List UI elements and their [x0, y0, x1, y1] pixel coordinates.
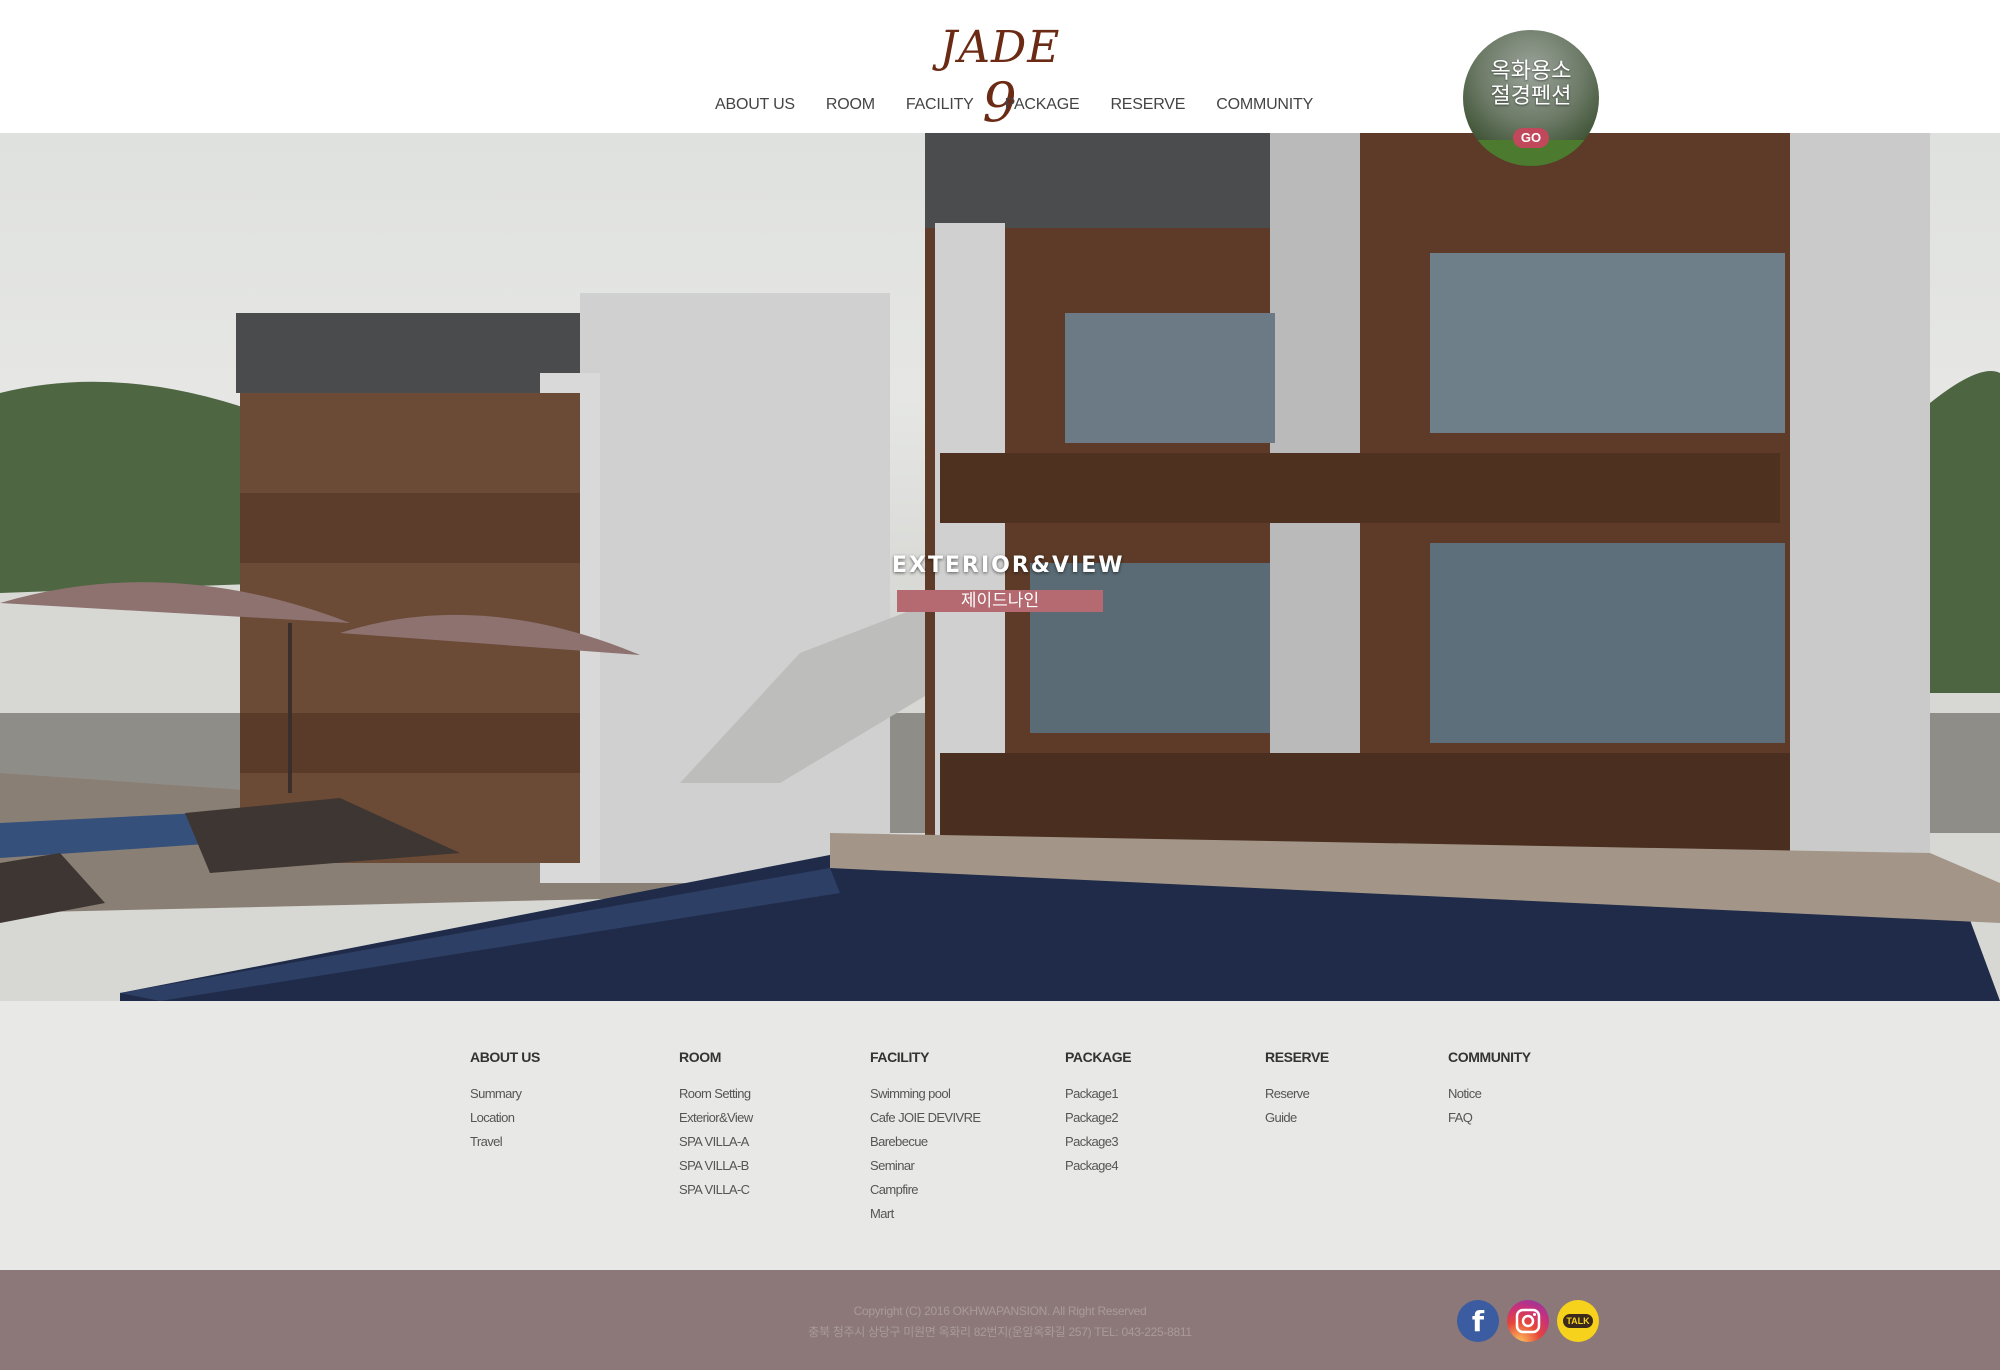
address-text: 충북 청주시 상당구 미원면 옥화리 82번지(운암옥화길 257) TEL: … [808, 1325, 1192, 1339]
footer-col-reserve: RESERVE Reserve Guide [1265, 1049, 1329, 1130]
footer-link-package2[interactable]: Package2 [1065, 1106, 1131, 1130]
copyright-text: Copyright (C) 2016 OKHWAPANSION. All Rig… [853, 1304, 1147, 1318]
badge-go-button[interactable]: GO [1513, 128, 1549, 148]
footer-link-cafe[interactable]: Cafe JOIE DEVIVRE [870, 1106, 981, 1130]
logo-text: JADE [939, 22, 1061, 73]
promo-badge[interactable]: 옥화용소 절경펜션 GO [1463, 30, 1599, 166]
nav-community[interactable]: COMMUNITY [1216, 96, 1313, 118]
footer-col-title: RESERVE [1265, 1049, 1329, 1065]
footer-link-notice[interactable]: Notice [1448, 1082, 1531, 1106]
footer-col-title: FACILITY [870, 1049, 930, 1065]
instagram-glyph [1515, 1308, 1541, 1334]
footer-link-room-setting[interactable]: Room Setting [679, 1082, 753, 1106]
site-header: JADE 9 ABOUT US ROOM FACILITY PACKAGE RE… [0, 0, 2000, 133]
footer-col-room: ROOM Room Setting Exterior&View SPA VILL… [679, 1049, 753, 1202]
footer-link-summary[interactable]: Summary [470, 1082, 540, 1106]
nav-facility[interactable]: FACILITY [906, 96, 974, 118]
nav-package[interactable]: PACKAGE [1005, 96, 1080, 118]
footer-link-spa-villa-a[interactable]: SPA VILLA-A [679, 1130, 753, 1154]
footer-link-package3[interactable]: Package3 [1065, 1130, 1131, 1154]
footer-link-seminar[interactable]: Seminar [870, 1154, 980, 1178]
kakaotalk-label: TALK [1563, 1314, 1593, 1328]
footer-bottom-bar: Copyright (C) 2016 OKHWAPANSION. All Rig… [0, 1270, 2000, 1370]
nav-room[interactable]: ROOM [826, 96, 875, 118]
badge-line1: 옥화용소 [1490, 59, 1572, 84]
footer-col-title: ABOUT US [470, 1049, 540, 1065]
footer-col-facility: FACILITY Swimming pool Cafe JOIE DEVIVRE… [870, 1049, 981, 1226]
instagram-icon[interactable] [1507, 1300, 1549, 1342]
footer-link-barbecue[interactable]: Barebecue [870, 1130, 980, 1154]
facebook-glyph: f [1471, 1304, 1485, 1338]
footer-link-faq[interactable]: FAQ [1448, 1106, 1531, 1130]
footer-link-guide[interactable]: Guide [1265, 1106, 1329, 1130]
facebook-icon[interactable]: f [1457, 1300, 1499, 1342]
footer-link-campfire[interactable]: Campfire [870, 1178, 980, 1202]
badge-line2: 절경펜션 [1490, 84, 1572, 109]
site-logo[interactable]: JADE 9 [930, 20, 1070, 130]
kakaotalk-icon[interactable]: TALK [1557, 1300, 1599, 1342]
footer-sitemap: ABOUT US Summary Location Travel ROOM Ro… [0, 1001, 2000, 1270]
hero-banner: EXTERIOR&VIEW 제이드나인 [0, 133, 2000, 1001]
footer-link-package1[interactable]: Package1 [1065, 1082, 1131, 1106]
footer-col-about-us: ABOUT US Summary Location Travel [470, 1049, 540, 1154]
footer-col-title: COMMUNITY [1448, 1049, 1531, 1065]
nav-reserve[interactable]: RESERVE [1110, 96, 1185, 118]
footer-col-community: COMMUNITY Notice FAQ [1448, 1049, 1531, 1130]
main-nav: ABOUT US ROOM FACILITY PACKAGE RESERVE C… [715, 96, 1344, 118]
hero-title: EXTERIOR&VIEW [892, 553, 1125, 578]
footer-link-travel[interactable]: Travel [470, 1130, 540, 1154]
hero-subtitle: 제이드나인 [897, 590, 1103, 612]
footer-link-reserve[interactable]: Reserve [1265, 1082, 1329, 1106]
footer-link-swimming-pool[interactable]: Swimming pool [870, 1082, 980, 1106]
footer-col-title: ROOM [679, 1049, 721, 1065]
footer-link-spa-villa-c[interactable]: SPA VILLA-C [679, 1178, 753, 1202]
footer-link-exterior-view[interactable]: Exterior&View [679, 1106, 753, 1130]
footer-col-package: PACKAGE Package1 Package2 Package3 Packa… [1065, 1049, 1132, 1178]
footer-link-spa-villa-b[interactable]: SPA VILLA-B [679, 1154, 753, 1178]
footer-link-mart[interactable]: Mart [870, 1202, 980, 1226]
footer-link-location[interactable]: Location [470, 1106, 540, 1130]
footer-col-title: PACKAGE [1065, 1049, 1132, 1065]
footer-link-package4[interactable]: Package4 [1065, 1154, 1131, 1178]
nav-about-us[interactable]: ABOUT US [715, 96, 795, 118]
